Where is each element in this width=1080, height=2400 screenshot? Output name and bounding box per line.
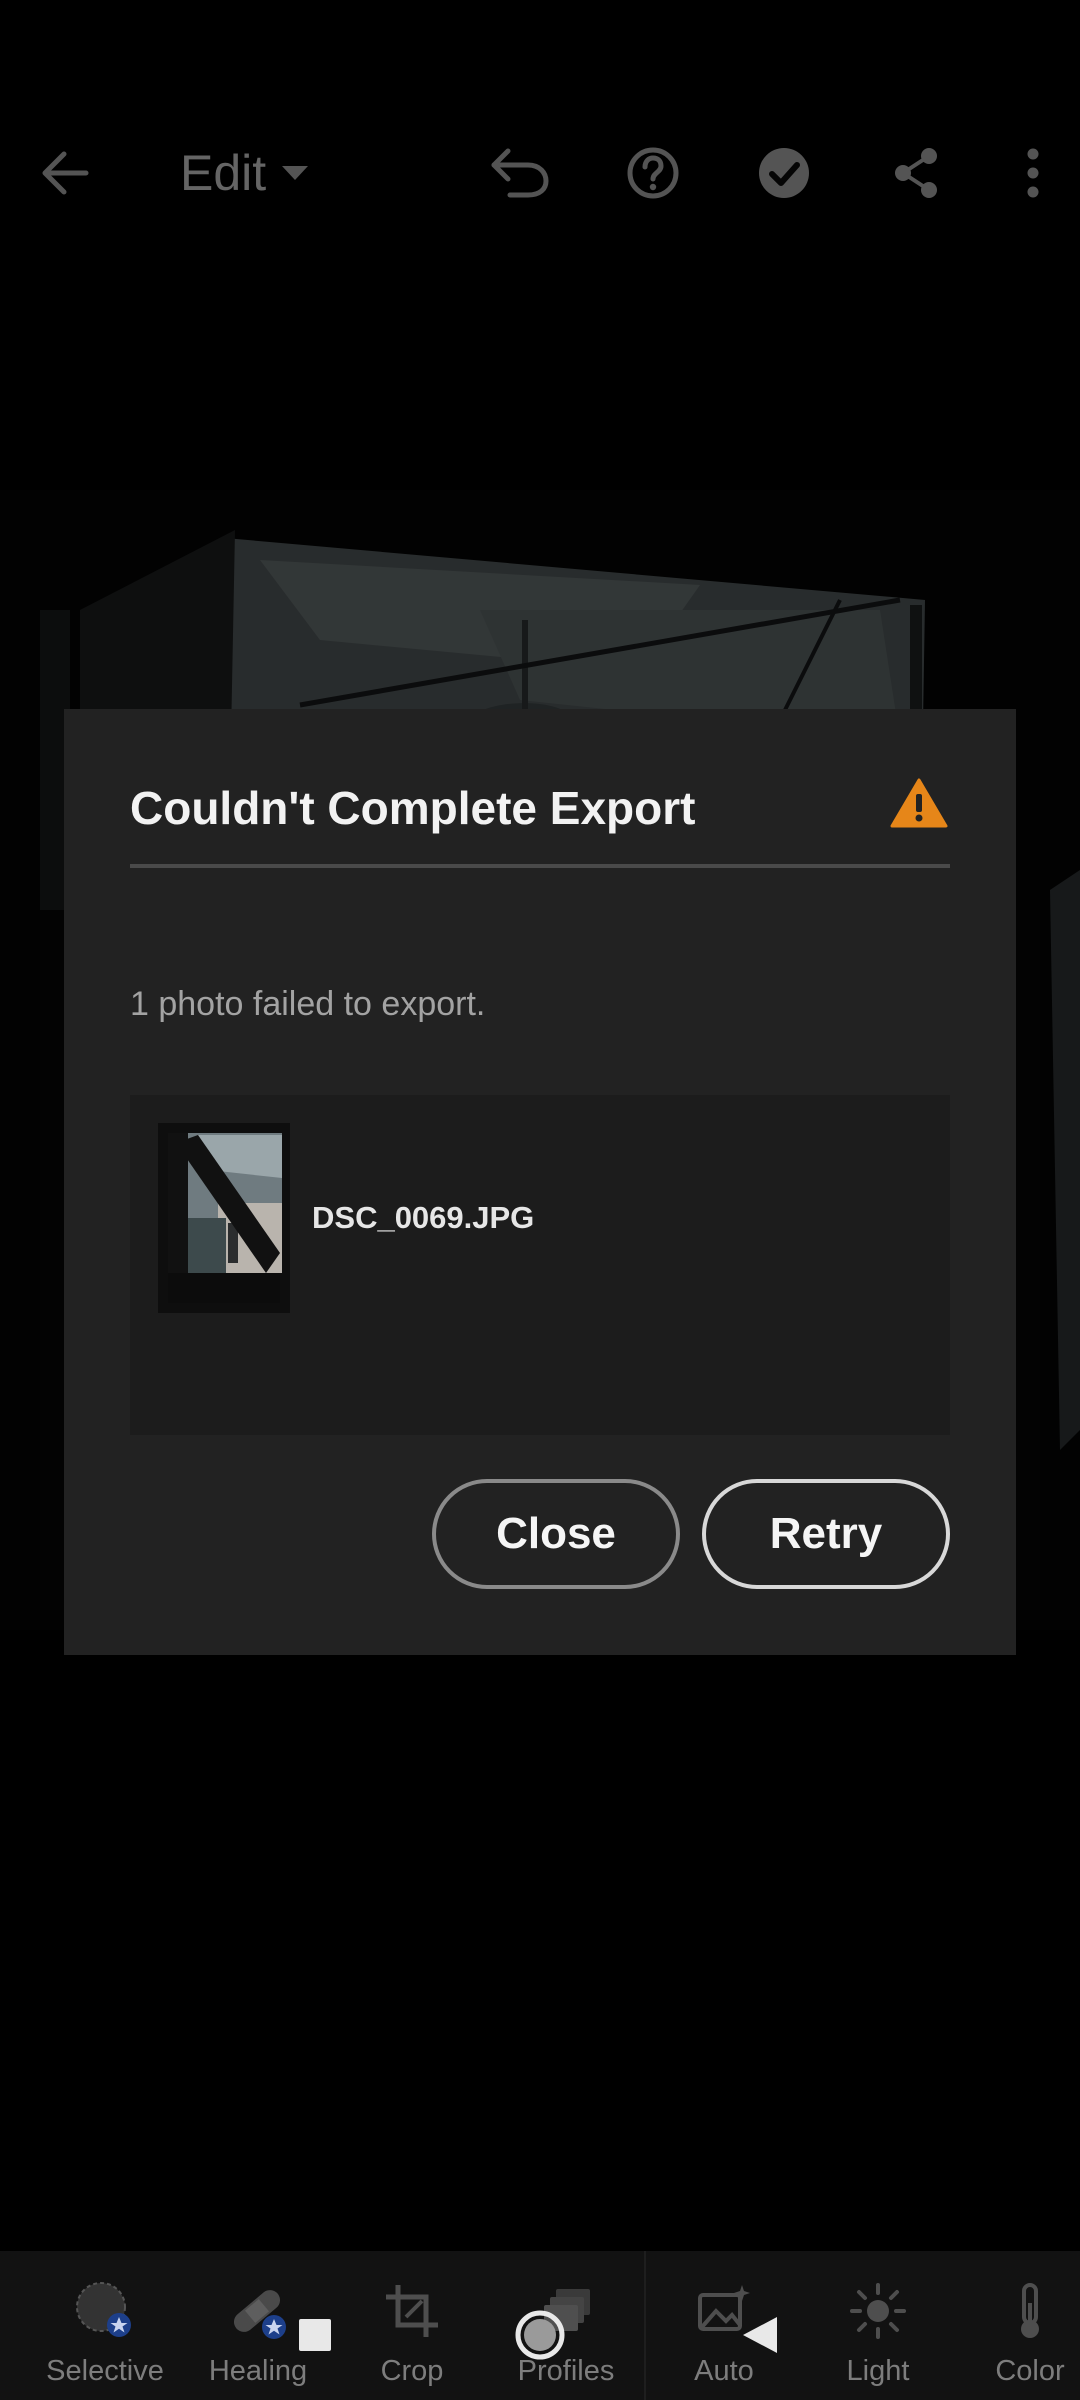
title-divider [130,864,950,868]
list-item: DSC_0069.JPG [158,1123,534,1313]
tool-light[interactable]: Light [803,2251,953,2400]
tool-label: Light [846,2355,910,2387]
tool-label: Selective [46,2355,164,2387]
home-circle-icon [515,2310,565,2360]
export-error-dialog: Couldn't Complete Export 1 photo failed … [64,709,1016,1655]
color-thermometer-icon [1021,2283,1039,2338]
system-back-button[interactable] [715,2290,805,2380]
recents-square-icon [299,2319,331,2351]
warning-icon [890,778,948,828]
photo-thumbnail [158,1123,290,1313]
tool-color[interactable]: Color [955,2251,1080,2400]
crop-icon [386,2285,438,2337]
dialog-message: 1 photo failed to export. [130,985,486,1023]
tool-label: Color [995,2355,1065,2387]
tool-selective[interactable]: Selective [30,2251,180,2400]
recents-button[interactable] [270,2290,360,2380]
dialog-title: Couldn't Complete Export [130,782,696,834]
failed-items-list: DSC_0069.JPG [130,1095,950,1435]
toolbar-divider [644,2251,646,2400]
failed-filename: DSC_0069.JPG [312,1200,535,1235]
back-triangle-icon [743,2317,777,2353]
retry-button[interactable]: Retry [702,1479,950,1589]
tool-label: Crop [380,2355,444,2387]
close-button[interactable]: Close [432,1479,680,1589]
selective-mask-icon [76,2282,131,2337]
home-button[interactable] [495,2290,585,2380]
light-sun-icon [850,2283,906,2339]
